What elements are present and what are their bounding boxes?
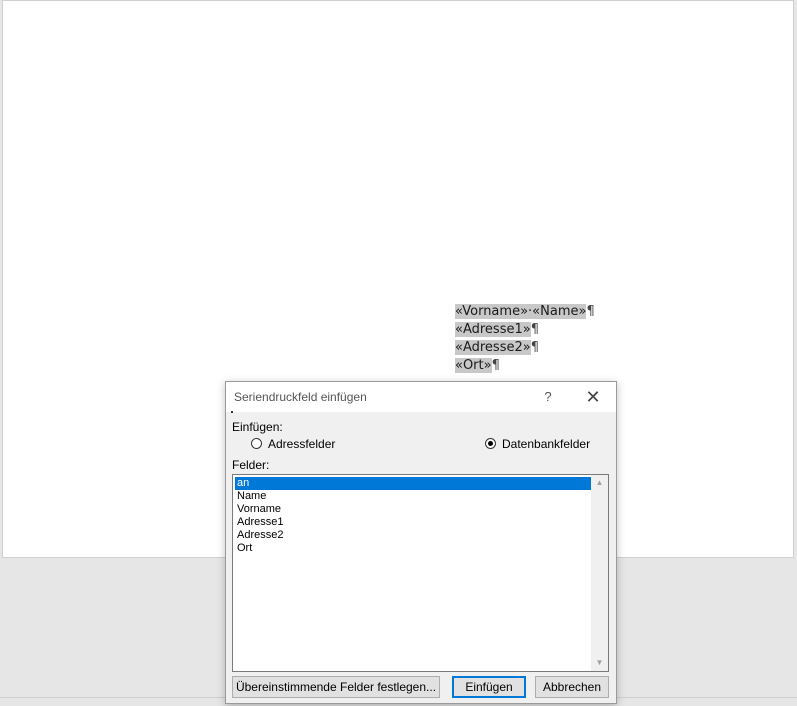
merge-field-adresse2[interactable]: «Adresse2» — [455, 340, 531, 355]
merge-line-4: «Ort»¶ — [455, 357, 595, 375]
insert-merge-field-dialog: Seriendruckfeld einfügen ? ✕ Einfügen: A… — [225, 381, 617, 704]
list-item-vorname[interactable]: Vorname — [235, 503, 592, 516]
scroll-down-arrow-icon[interactable]: ▼ — [591, 655, 608, 671]
list-item-adresse1[interactable]: Adresse1 — [235, 516, 592, 529]
close-button[interactable]: ✕ — [581, 387, 605, 407]
merge-field-vorname[interactable]: «Vorname» — [455, 304, 529, 319]
fields-label: Felder: — [232, 458, 270, 472]
help-button[interactable]: ? — [538, 387, 558, 407]
list-item-an[interactable]: an — [235, 477, 592, 490]
match-fields-button[interactable]: Übereinstimmende Felder festlegen... — [232, 676, 440, 698]
radio-address-fields[interactable] — [251, 438, 262, 449]
radio-database-fields[interactable] — [485, 438, 496, 449]
insert-button[interactable]: Einfügen — [452, 676, 526, 698]
list-item-adresse2[interactable]: Adresse2 — [235, 529, 592, 542]
list-item-ort[interactable]: Ort — [235, 542, 592, 555]
merge-field-block: «Vorname»·«Name»¶ «Adresse1»¶ «Adresse2»… — [455, 303, 595, 375]
pilcrow-mark: ¶ — [586, 304, 595, 319]
merge-field-ort[interactable]: «Ort» — [455, 358, 492, 373]
merge-line-2: «Adresse1»¶ — [455, 321, 595, 339]
merge-line-3: «Adresse2»¶ — [455, 339, 595, 357]
radio-address-label[interactable]: Adressfelder — [268, 437, 335, 451]
listbox-scrollbar[interactable]: ▲ ▼ — [591, 475, 608, 671]
merge-field-name[interactable]: «Name» — [532, 304, 587, 319]
dialog-titlebar[interactable]: Seriendruckfeld einfügen ? ✕ — [226, 382, 616, 412]
fields-listbox[interactable]: an Name Vorname Adresse1 Adresse2 Ort ▲ … — [232, 474, 609, 672]
dialog-title: Seriendruckfeld einfügen — [234, 390, 367, 404]
radio-database-label[interactable]: Datenbankfelder — [502, 437, 590, 451]
pilcrow-mark: ¶ — [530, 340, 539, 355]
merge-line-1: «Vorname»·«Name»¶ — [455, 303, 595, 321]
cancel-button[interactable]: Abbrechen — [535, 676, 609, 698]
insert-label: Einfügen: — [232, 420, 283, 434]
pilcrow-mark: ¶ — [491, 358, 500, 373]
focus-dot — [231, 411, 233, 413]
pilcrow-mark: ¶ — [530, 322, 539, 337]
list-item-name[interactable]: Name — [235, 490, 592, 503]
merge-field-adresse1[interactable]: «Adresse1» — [455, 322, 531, 337]
scroll-up-arrow-icon[interactable]: ▲ — [591, 475, 608, 491]
